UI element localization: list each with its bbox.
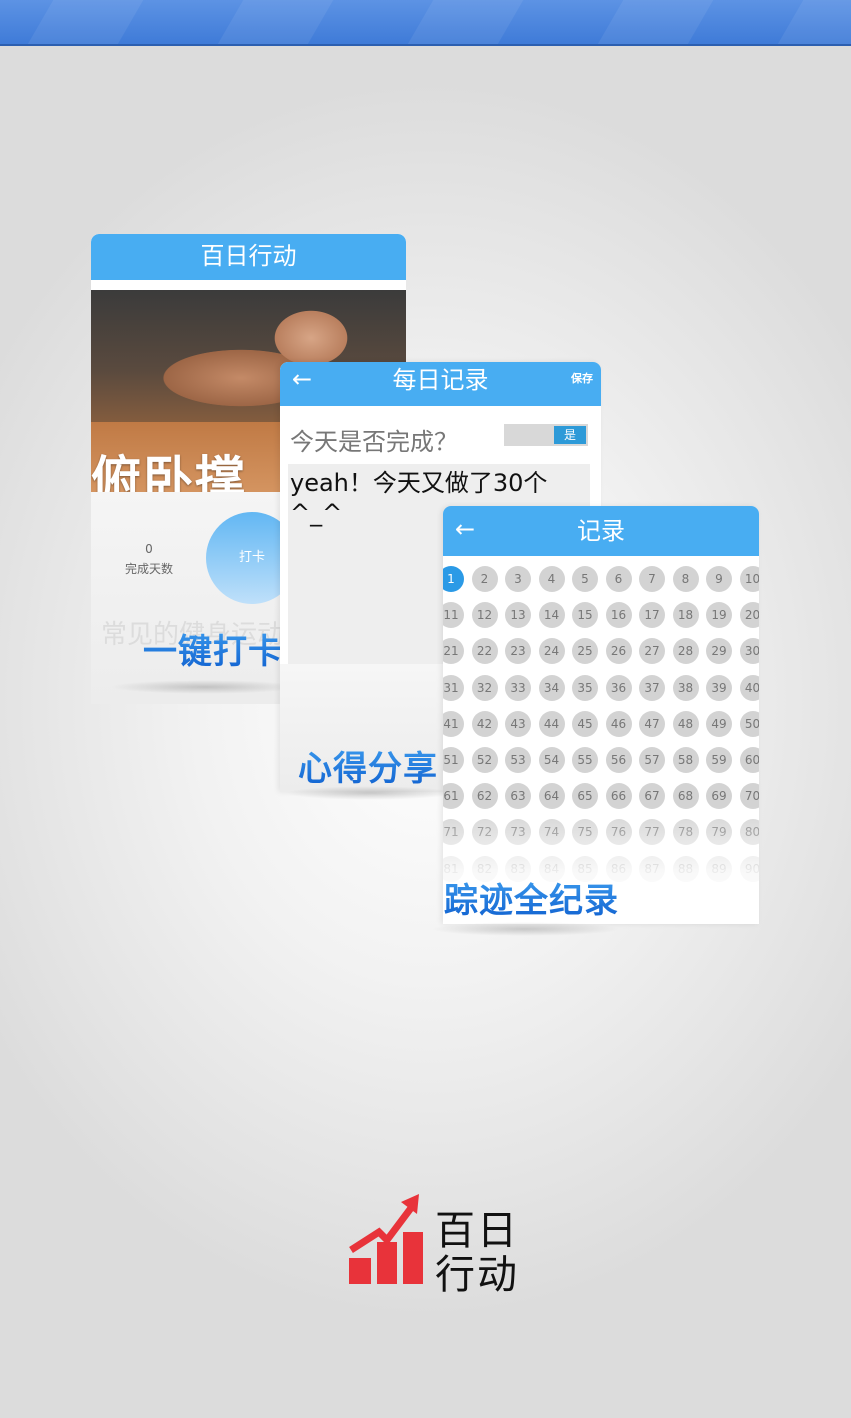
top-banner — [0, 0, 851, 46]
day-cell[interactable]: 43 — [505, 710, 531, 737]
completion-toggle[interactable]: 是 — [504, 424, 588, 446]
day-cell[interactable]: 11 — [443, 602, 464, 629]
day-cell[interactable]: 46 — [605, 710, 632, 737]
card3-title: 记录 — [577, 517, 625, 545]
completed-days-label: 完成天数 — [124, 562, 173, 576]
day-cell[interactable]: 15 — [572, 602, 598, 629]
caption-full-track-record: 踪迹全纪录 — [444, 873, 619, 922]
logo-text-line2: 行动 — [435, 1252, 519, 1298]
day-cell[interactable]: 26 — [605, 638, 632, 665]
day-cell[interactable]: 20 — [739, 602, 759, 629]
day-cell[interactable]: 60 — [739, 747, 759, 773]
day-cell[interactable]: 30 — [739, 638, 759, 665]
day-cell[interactable]: 40 — [739, 674, 759, 701]
save-button[interactable]: 保存 — [571, 370, 593, 386]
day-cell[interactable]: 17 — [639, 602, 665, 629]
day-cell[interactable]: 23 — [505, 638, 531, 665]
day-cell[interactable]: 16 — [605, 602, 632, 629]
day-cell[interactable]: 54 — [538, 747, 565, 773]
day-cell[interactable]: 51 — [443, 747, 464, 773]
day-cell[interactable]: 48 — [672, 710, 699, 737]
day-cell[interactable]: 3 — [505, 566, 531, 592]
card2-header: ← 每日记录 保存 — [280, 362, 601, 406]
day-cell[interactable]: 39 — [706, 674, 732, 701]
day-cell[interactable]: 31 — [443, 674, 464, 701]
day-cell[interactable]: 34 — [538, 674, 565, 701]
day-cell[interactable]: 19 — [706, 602, 732, 629]
day-cell[interactable]: 18 — [672, 602, 699, 629]
day-cell[interactable]: 49 — [706, 710, 732, 737]
day-cell[interactable]: 42 — [471, 710, 498, 737]
day-cell[interactable]: 1 — [443, 566, 464, 592]
day-cell[interactable]: 41 — [443, 710, 464, 737]
card1-shadow — [110, 680, 300, 694]
day-cell[interactable]: 10 — [739, 566, 759, 592]
day-cell[interactable]: 4 — [538, 566, 565, 592]
day-cell[interactable]: 47 — [639, 710, 665, 737]
day-cell[interactable]: 44 — [538, 710, 565, 737]
day-cell[interactable]: 32 — [471, 674, 498, 701]
app-logo: 百日 行动 — [349, 1192, 519, 1298]
toggle-yes-label: 是 — [554, 426, 586, 444]
day-cell[interactable]: 21 — [443, 638, 464, 665]
caption-experience-share: 心得分享 — [298, 741, 438, 790]
day-cell[interactable]: 6 — [605, 566, 632, 592]
day-cell[interactable]: 59 — [706, 747, 732, 773]
day-cell[interactable]: 37 — [639, 674, 665, 701]
day-cell[interactable]: 13 — [505, 602, 531, 629]
day-cell[interactable]: 45 — [572, 710, 598, 737]
card3-shadow — [430, 922, 620, 936]
card3-header: ← 记录 — [443, 506, 759, 556]
day-cell[interactable]: 24 — [538, 638, 565, 665]
completion-question: 今天是否完成？ — [290, 428, 458, 456]
day-cell[interactable]: 27 — [639, 638, 665, 665]
day-cell[interactable]: 53 — [505, 747, 531, 773]
day-cell[interactable]: 36 — [605, 674, 632, 701]
day-cell[interactable]: 25 — [572, 638, 598, 665]
day-cell[interactable]: 22 — [471, 638, 498, 665]
day-cell[interactable]: 8 — [672, 566, 699, 592]
caption-one-tap-checkin: 一键打卡 — [143, 624, 283, 673]
day-cell[interactable]: 5 — [572, 566, 598, 592]
rising-bar-chart-icon — [349, 1194, 423, 1284]
day-cell[interactable]: 50 — [739, 710, 759, 737]
day-cell[interactable]: 14 — [538, 602, 565, 629]
day-cell[interactable]: 56 — [605, 747, 632, 773]
day-cell[interactable]: 28 — [672, 638, 699, 665]
day-cell[interactable]: 55 — [572, 747, 598, 773]
day-cell[interactable]: 9 — [706, 566, 732, 592]
day-cell[interactable]: 38 — [672, 674, 699, 701]
day-cell[interactable]: 57 — [639, 747, 665, 773]
completed-days-count: 0 — [145, 542, 153, 556]
day-cell[interactable]: 52 — [471, 747, 498, 773]
day-cell[interactable]: 58 — [672, 747, 699, 773]
day-cell[interactable]: 2 — [471, 566, 498, 592]
card2-title: 每日记录 — [392, 366, 489, 394]
card1-title: 百日行动 — [91, 234, 406, 280]
day-cell[interactable]: 7 — [639, 566, 665, 592]
card-history-preview: ← 记录 1 2 3 4 5 6 7 8 9 10 11 12 13 14 15 16 17 18 19 20 21 22… — [443, 506, 759, 924]
day-cell[interactable]: 33 — [505, 674, 531, 701]
day-cell[interactable]: 12 — [471, 602, 498, 629]
day-cell[interactable]: 35 — [572, 674, 598, 701]
day-cell[interactable]: 29 — [706, 638, 732, 665]
